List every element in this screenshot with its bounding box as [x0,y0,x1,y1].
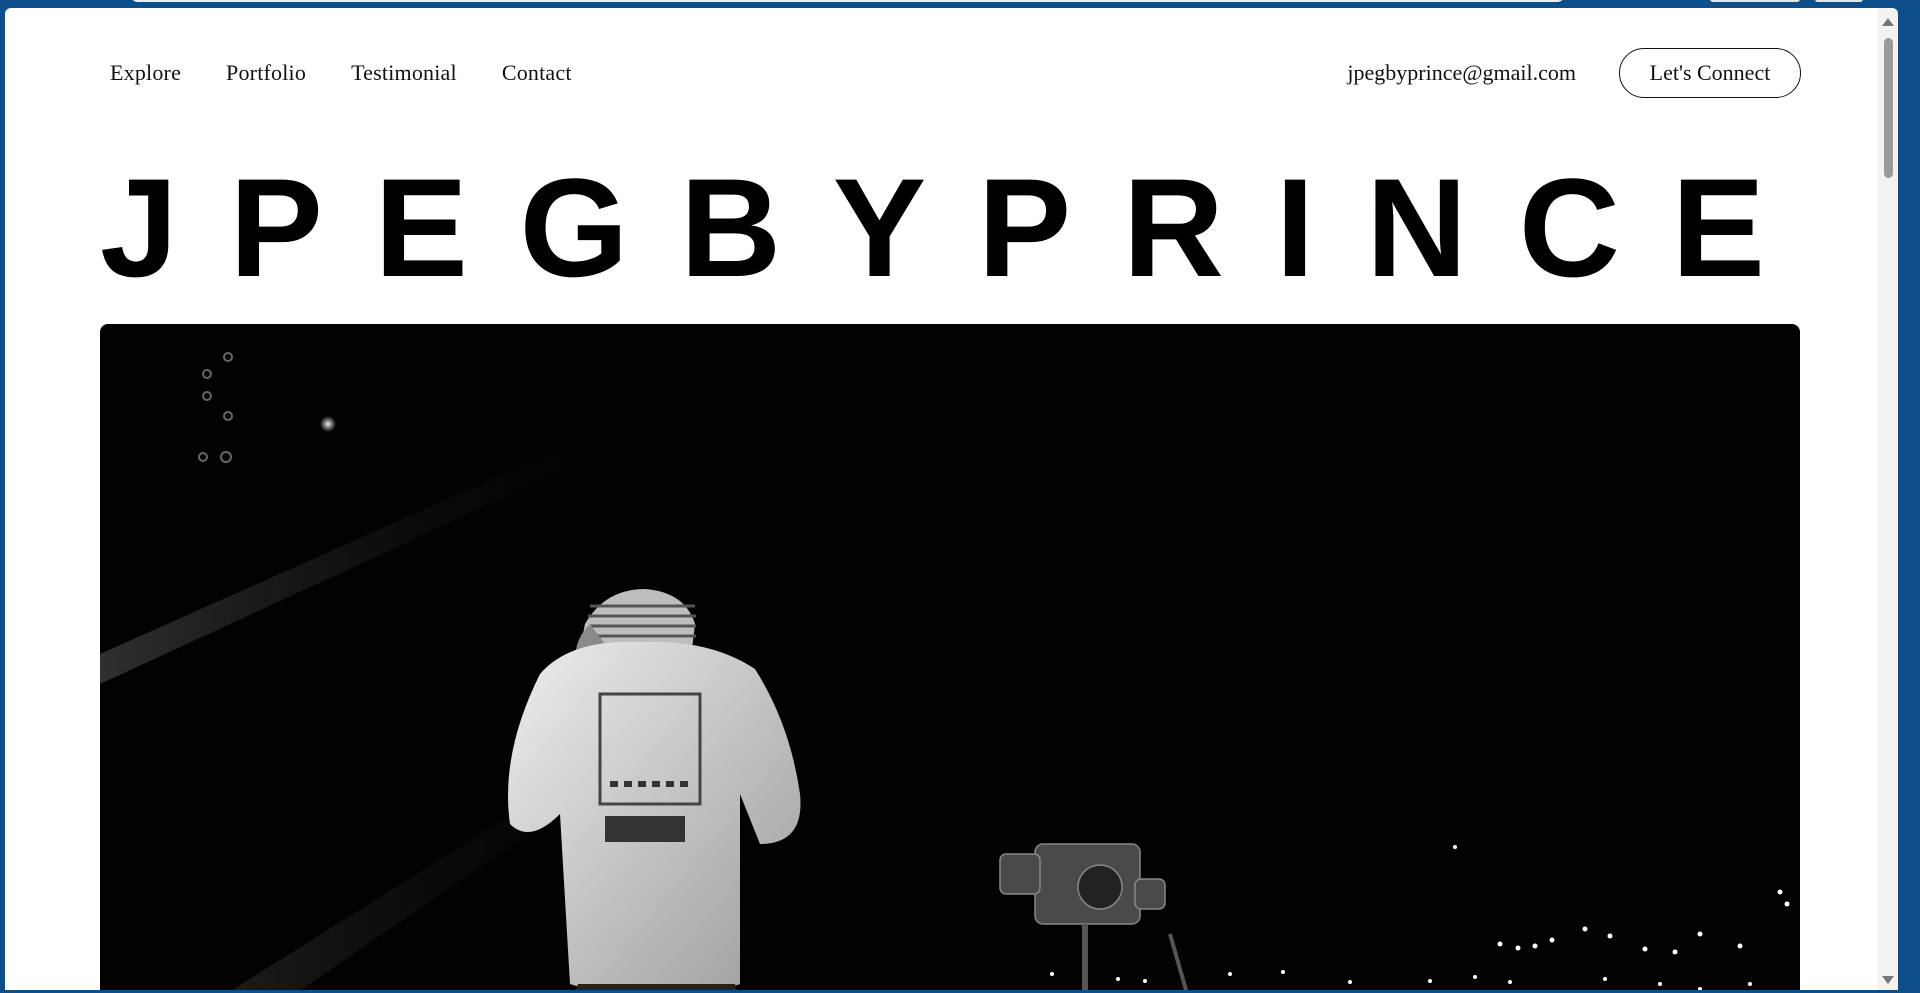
wordmark-letter: J [100,149,178,306]
wordmark-letter: P [977,149,1072,306]
wordmark-letter: E [1671,149,1765,306]
wordmark-letter: P [229,149,323,306]
stage-lights [198,352,233,463]
lets-connect-button[interactable]: Let's Connect [1619,48,1801,98]
wordmark-letter: E [374,149,468,306]
scroll-up-icon[interactable] [1882,18,1894,26]
wordmark-letter: R [1122,149,1224,306]
wordmark-letter: G [519,149,629,306]
contact-email[interactable]: jpegbyprince@gmail.com [1347,60,1576,86]
browser-top-strip [0,0,1920,8]
concert-photo-illustration [100,352,1790,990]
camera-rig [999,843,1189,990]
wordmark-letter: C [1518,149,1620,306]
hero-photo [100,324,1800,990]
toolbar-control[interactable] [1710,0,1800,2]
wordmark-letter: B [680,149,782,306]
nav-link-explore[interactable]: Explore [110,60,181,86]
scroll-down-icon[interactable] [1882,976,1894,984]
nav-link-portfolio[interactable]: Portfolio [226,60,306,86]
nav-link-testimonial[interactable]: Testimonial [351,60,457,86]
address-bar[interactable] [130,0,1565,2]
wordmark-letter: Y [832,149,927,306]
main-nav: Explore Portfolio Testimonial Contact [110,60,572,86]
toolbar-control[interactable] [1815,0,1863,2]
stage-light-glow [320,416,336,432]
wordmark-letter: I [1275,149,1315,306]
performer-silhouette [508,589,801,990]
wordmark-letter: N [1366,149,1468,306]
site-wordmark: J P E G B Y P R I N C E [100,158,1765,298]
crowd-lights [1050,845,1790,990]
browser-viewport: Explore Portfolio Testimonial Contact jp… [5,8,1898,990]
light-beam [100,429,620,684]
scrollbar-thumb[interactable] [1884,38,1893,178]
nav-link-contact[interactable]: Contact [502,60,572,86]
vertical-scrollbar[interactable] [1878,8,1898,990]
